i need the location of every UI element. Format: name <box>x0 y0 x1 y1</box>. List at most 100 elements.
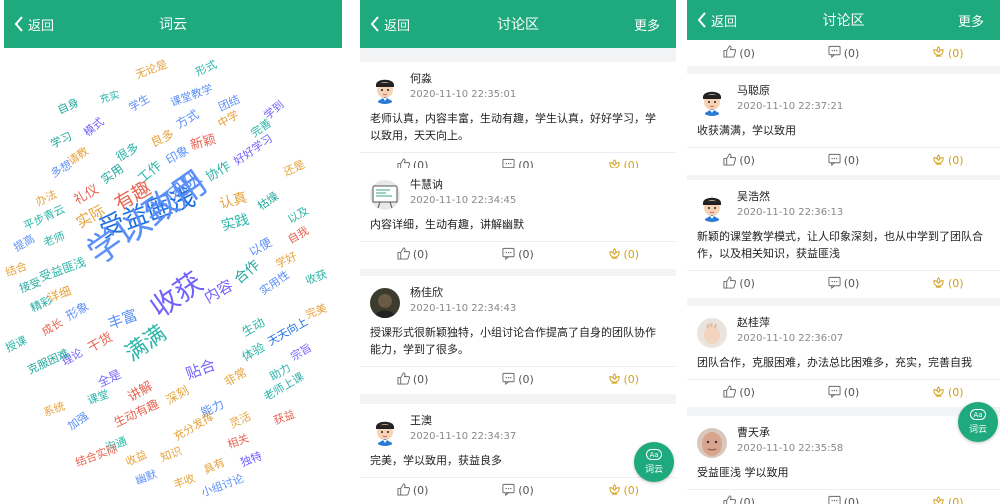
flower-button[interactable]: (0) <box>571 367 676 392</box>
cloud-word: 精彩 <box>28 293 55 315</box>
post-text: 受益匪浅 学以致用 <box>697 466 789 479</box>
like-button[interactable]: (0) <box>687 271 791 296</box>
post-time: 2020-11-10 22:34:43 <box>410 303 517 314</box>
avatar[interactable] <box>370 416 400 446</box>
flower-count: (0) <box>948 46 964 60</box>
flower-button[interactable]: (0) <box>571 242 676 267</box>
like-button[interactable]: (0) <box>687 148 791 173</box>
chevron-left-icon <box>370 16 379 32</box>
thumbs-up-icon <box>723 494 739 504</box>
avatar[interactable] <box>370 74 400 104</box>
flower-button[interactable]: (0) <box>896 380 1000 405</box>
cloud-word: 系统 <box>41 399 67 420</box>
flower-button[interactable]: (0) <box>896 148 1000 173</box>
comment-button[interactable]: (0) <box>465 367 570 392</box>
avatar[interactable] <box>370 288 400 318</box>
comment-button[interactable]: (0) <box>791 271 895 296</box>
cloud-word: 老师 <box>41 229 67 250</box>
cloud-word: 知识 <box>158 444 184 465</box>
post-card: 吴浩然 2020-11-10 22:36:13 新颖的课堂教学模式，让人印象深刻，也… <box>687 180 1000 298</box>
post-time: 2020-11-10 22:36:13 <box>737 207 844 218</box>
back-button[interactable]: 返回 <box>370 0 410 48</box>
cloud-word: 学好 <box>273 249 300 271</box>
flower-button[interactable]: (0) <box>896 271 1000 296</box>
like-button[interactable]: (0) <box>687 490 791 504</box>
comment-button[interactable]: (0) <box>791 148 895 173</box>
cloud-word: 协作 <box>203 159 234 186</box>
top-bar: 返回 讨论区 更多 <box>687 0 1000 40</box>
flower-button[interactable]: (0) <box>896 490 1000 504</box>
comment-button[interactable]: (0) <box>465 242 570 267</box>
cloud-word: 良多 <box>148 126 177 150</box>
like-button[interactable]: (0) <box>687 380 791 405</box>
page-title: 讨论区 <box>497 17 539 33</box>
flower-icon <box>932 385 948 401</box>
avatar[interactable] <box>697 192 727 222</box>
avatar[interactable] <box>697 86 727 116</box>
page-title: 讨论区 <box>822 13 865 29</box>
cloud-word: 很多 <box>113 140 142 165</box>
comment-icon <box>828 45 844 61</box>
cloud-word: 合作 <box>231 257 264 288</box>
comment-button[interactable]: (0) <box>791 380 895 405</box>
post-card: 牛慧讷 2020-11-10 22:34:45 内容详细，生动有趣，讲解幽默 (0)(… <box>360 168 676 269</box>
user-name: 马聪原 <box>737 84 770 97</box>
post-text: 授课形式很新颖独特，小组讨论合作提高了自身的团队协作能力，学到了很多。 <box>370 326 656 356</box>
comment-icon <box>502 372 518 388</box>
thumbs-up-icon <box>723 45 739 61</box>
comment-button[interactable]: (0) <box>465 478 570 503</box>
cloud-word: 学习 <box>48 129 75 151</box>
avatar[interactable] <box>697 318 727 348</box>
wordcloud-screen: 返回 词云 无论是 形式 充实 学生 课堂教学 自身 团结 学到 模式 方式 中学 完善 学习 良多 新颖请… <box>4 0 342 504</box>
like-count: (0) <box>739 154 755 167</box>
avatar[interactable] <box>370 180 400 210</box>
like-button[interactable]: (0) <box>360 478 465 503</box>
back-button[interactable]: 返回 <box>697 0 737 40</box>
user-name: 杨佳欣 <box>410 286 443 299</box>
cloud-word: 中学 <box>215 108 242 131</box>
back-button[interactable]: 返回 <box>14 0 54 48</box>
thumbs-up-icon <box>723 275 739 292</box>
post-actions: (0) (0) (0) <box>360 241 676 267</box>
avatar[interactable] <box>697 428 727 458</box>
more-button[interactable]: 更多 <box>958 0 984 40</box>
post-text: 内容详细，生动有趣，讲解幽默 <box>370 218 524 231</box>
like-count: (0) <box>739 46 755 60</box>
cloud-word: 枯燥 <box>255 189 281 213</box>
cloud-word: 幽默 <box>133 467 159 488</box>
more-button[interactable]: 更多 <box>634 0 660 48</box>
post-card: 曹天承 2020-11-10 22:35:58 受益匪浅 学以致用 (0) (0) (0) <box>687 416 1000 504</box>
comment-icon <box>502 247 518 263</box>
flower-button[interactable]: (0) <box>896 40 1000 66</box>
post-text: 团队合作，克服困难，办法总比困难多，充实，完善自我 <box>697 356 972 369</box>
like-button[interactable]: (0) <box>360 242 465 267</box>
chevron-left-icon <box>14 16 23 32</box>
cloud-word: 还是 <box>281 157 308 179</box>
comment-button[interactable]: (0) <box>791 490 895 504</box>
flower-count: (0) <box>948 386 964 399</box>
flower-button[interactable]: (0) <box>571 478 676 503</box>
user-name: 吴浩然 <box>737 190 770 203</box>
post-time: 2020-11-10 22:35:01 <box>410 89 517 100</box>
discussion-screen-scrolled: 返回 讨论区 更多 (0) (0) (0) 马聪原 2020-11-10 22:37:2… <box>687 0 1000 504</box>
thumbs-up-icon <box>397 371 413 388</box>
back-label: 返回 <box>28 18 55 34</box>
cloud-word: 满满 <box>120 321 172 367</box>
like-button[interactable]: (0) <box>360 367 465 392</box>
flower-icon <box>932 276 948 292</box>
post-time: 2020-11-10 22:36:07 <box>737 333 844 344</box>
post-time: 2020-11-10 22:35:58 <box>737 443 844 454</box>
flower-icon <box>932 495 948 504</box>
wordcloud-fab[interactable]: Aa 词云 <box>634 442 674 482</box>
flower-count: (0) <box>623 484 640 497</box>
word-cloud: 无论是 形式 充实 学生 课堂教学 自身 团结 学到 模式 方式 中学 完善 学习 良多 新颖 请教 很多 印象好… <box>4 48 342 504</box>
thumbs-up-icon <box>723 152 739 169</box>
back-label: 返回 <box>384 18 411 34</box>
back-label: 返回 <box>711 14 738 30</box>
post-time: 2020-11-10 22:37:21 <box>737 101 844 112</box>
user-name: 何淼 <box>410 72 432 85</box>
like-button[interactable]: (0) <box>687 40 791 66</box>
comment-button[interactable]: (0) <box>791 40 895 66</box>
user-name: 牛慧讷 <box>410 178 443 191</box>
wordcloud-fab[interactable]: Aa 词云 <box>958 402 998 442</box>
